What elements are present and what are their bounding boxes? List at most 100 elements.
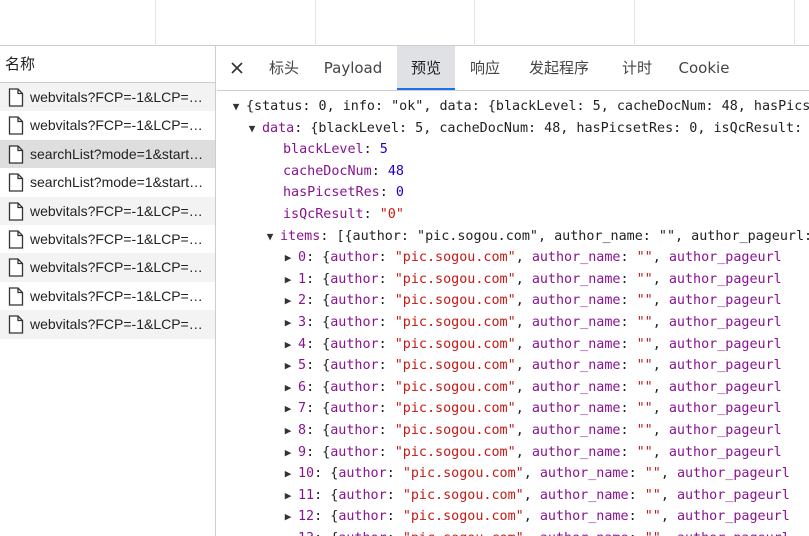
json-comma: , (515, 423, 532, 438)
json-item-row[interactable]: ▶ 2: {author: "pic.sogou.com", author_nam… (281, 290, 782, 311)
expand-down-icon[interactable]: ▼ (263, 226, 277, 247)
json-key: author_name (531, 336, 621, 352)
tab-1[interactable]: Payload (315, 46, 391, 90)
expand-right-icon[interactable]: ▶ (281, 463, 295, 484)
json-colon: : (620, 444, 637, 460)
json-key: author_name (531, 423, 621, 438)
json-brace: : { (306, 293, 331, 309)
json-value: "" (644, 487, 661, 503)
expand-right-icon[interactable]: ▶ (281, 485, 295, 506)
json-index: 7 (298, 401, 307, 417)
json-colon: : (620, 271, 637, 287)
name-column-header[interactable]: 名称 (0, 46, 215, 83)
json-colon: : (620, 401, 637, 417)
json-key: author (338, 466, 387, 482)
tab-3[interactable]: 响应 (457, 46, 513, 90)
json-item-row[interactable]: ▶13: {author: "pic.sogou.com", author_na… (281, 528, 790, 536)
json-data-row[interactable]: ▼ data: {blackLevel: 5, cacheDocNum: 48, … (245, 118, 809, 139)
request-row[interactable]: webvitals?FCP=-1&LCP=-1&FID=-1&CLS=-1 (0, 225, 215, 253)
json-item-row[interactable]: ▶ 5: {author: "pic.sogou.com", author_nam… (281, 355, 782, 376)
expand-right-icon[interactable]: ▶ (281, 247, 295, 268)
json-key: author_name (539, 487, 629, 503)
json-comma: , (652, 293, 669, 309)
json-comma: , (660, 487, 677, 503)
tab-0[interactable]: 标头 (257, 46, 311, 90)
json-colon: : (379, 185, 396, 201)
json-item-row[interactable]: ▶ 0: {author: "pic.sogou.com", author_nam… (281, 247, 782, 268)
expand-right-icon[interactable]: ▶ (281, 420, 295, 441)
json-value: "" (636, 444, 653, 460)
expand-right-icon[interactable]: ▶ (281, 312, 295, 333)
json-index: 2 (298, 293, 307, 309)
expand-right-icon[interactable]: ▶ (281, 442, 295, 463)
expand-right-icon[interactable]: ▶ (281, 528, 295, 536)
json-colon: : (378, 401, 395, 417)
request-row[interactable]: webvitals?FCP=-1&LCP=-1&FID=-1&CLS=-1 (0, 310, 215, 339)
json-key: author_name (540, 531, 629, 536)
json-comma: , (661, 531, 677, 536)
expand-down-icon[interactable]: ▼ (245, 118, 259, 139)
json-root-row[interactable]: ▼ {status: 0, info: "ok", data: {blackLev… (229, 96, 809, 117)
expand-right-icon[interactable]: ▶ (281, 355, 295, 376)
expand-right-icon[interactable]: ▶ (281, 269, 295, 290)
json-index: 12 (298, 509, 315, 525)
json-items-row[interactable]: ▼ items: [{author: "pic.sogou.com", autho… (263, 226, 809, 247)
close-icon[interactable] (227, 58, 247, 78)
tab-2[interactable]: 预览 (397, 46, 455, 90)
json-index: 10 (298, 466, 315, 482)
request-row[interactable]: webvitals?FCP=-1&LCP=-1&FID=-1&CLS=-1 (0, 111, 215, 139)
json-item-row[interactable]: ▶ 9: {author: "pic.sogou.com", author_nam… (281, 442, 782, 463)
json-key: author_pageurl (668, 444, 782, 460)
json-comma: , (660, 466, 677, 482)
json-item-row[interactable]: ▶ 3: {author: "pic.sogou.com", author_nam… (281, 312, 782, 333)
json-value: "" (645, 531, 661, 536)
json-item-row[interactable]: ▶ 8: {author: "pic.sogou.com", author_nam… (281, 420, 782, 441)
json-key: author (330, 423, 379, 438)
json-key: author_name (531, 401, 621, 417)
request-row[interactable]: webvitals?FCP=-1&LCP=-1&FID=-1&CLS=-1 (0, 83, 215, 112)
request-row[interactable]: webvitals?FCP=-1&LCP=-1&FID=-1&CLS=-1 (0, 253, 215, 282)
json-brace: : { (306, 315, 331, 330)
json-value: "pic.sogou.com" (394, 444, 516, 460)
json-key: author_pageurl (668, 271, 782, 287)
json-value: "pic.sogou.com" (403, 531, 524, 536)
json-field-row[interactable]: cacheDocNum: 48 (283, 161, 404, 182)
json-key: author (338, 487, 387, 503)
json-brace: : { (306, 336, 331, 352)
json-brace: : { (306, 358, 331, 374)
timeline-overview[interactable] (0, 0, 809, 46)
expand-down-icon[interactable]: ▼ (229, 96, 243, 117)
json-item-row[interactable]: ▶ 12: {author: "pic.sogou.com", author_na… (281, 506, 790, 527)
json-value: "" (636, 315, 653, 330)
expand-right-icon[interactable]: ▶ (281, 377, 295, 398)
expand-right-icon[interactable]: ▶ (281, 506, 295, 527)
json-key: author_pageurl (668, 401, 782, 417)
tab-4[interactable]: 发起程序 (517, 46, 601, 90)
json-field-row[interactable]: isQcResult: "0" (283, 204, 404, 225)
request-row[interactable]: searchList?mode=1&start=48&xml_len=48 (0, 139, 215, 169)
json-item-row[interactable]: ▶ 11: {author: "pic.sogou.com", author_na… (281, 485, 790, 506)
json-item-row[interactable]: ▶ 1: {author: "pic.sogou.com", author_nam… (281, 269, 782, 290)
document-icon (8, 145, 24, 168)
json-item-row[interactable]: ▶ 10: {author: "pic.sogou.com", author_na… (281, 463, 790, 484)
tab-5[interactable]: 计时 (609, 46, 665, 90)
json-field-row[interactable]: blackLevel: 5 (283, 139, 388, 160)
json-key: author_pageurl (676, 487, 790, 503)
json-item-row[interactable]: ▶ 7: {author: "pic.sogou.com", author_nam… (281, 398, 782, 419)
json-index: 13 (298, 531, 314, 536)
request-name: searchList?mode=1&start=96&xml_len=48 (30, 174, 215, 191)
tab-6[interactable]: Cookie (669, 46, 739, 90)
request-row[interactable]: webvitals?FCP=-1&LCP=-1&FID=-1&CLS=-1 (0, 282, 215, 310)
json-field-row[interactable]: hasPicsetRes: 0 (283, 182, 404, 203)
request-row[interactable]: searchList?mode=1&start=96&xml_len=48 (0, 168, 215, 196)
expand-right-icon[interactable]: ▶ (281, 290, 295, 311)
expand-right-icon[interactable]: ▶ (281, 334, 295, 355)
json-item-row[interactable]: ▶ 4: {author: "pic.sogou.com", author_nam… (281, 334, 782, 355)
json-item-row[interactable]: ▶ 6: {author: "pic.sogou.com", author_nam… (281, 377, 782, 398)
document-icon (8, 287, 24, 310)
json-colon: : (628, 487, 645, 503)
expand-right-icon[interactable]: ▶ (281, 398, 295, 419)
json-key: author_name (531, 250, 621, 266)
json-value: 0 (395, 185, 404, 201)
request-row[interactable]: webvitals?FCP=-1&LCP=-1&FID=-1&CLS=-1 (0, 196, 215, 225)
